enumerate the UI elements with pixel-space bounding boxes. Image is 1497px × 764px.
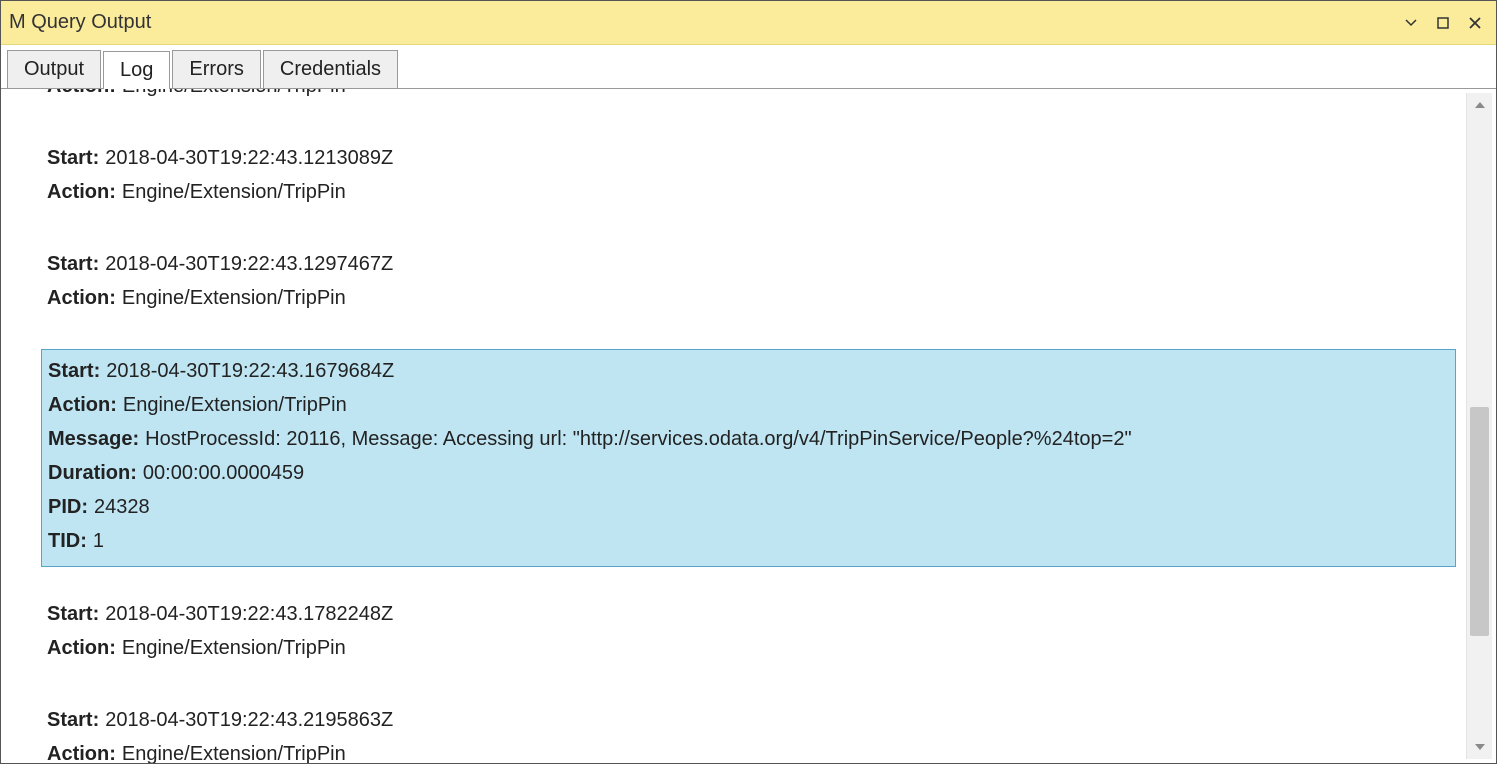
- label-start: Start:: [47, 253, 99, 275]
- log-entry-selected[interactable]: Start: 2018-04-30T19:22:43.1679684Z Actio…: [41, 349, 1456, 567]
- value-action: Engine/Extension/TripPin: [122, 181, 346, 203]
- label-message: Message:: [48, 428, 139, 450]
- label-start: Start:: [48, 360, 100, 382]
- log-entry[interactable]: Start: 2018-04-30T19:22:43.1297467Z Actio…: [41, 243, 1456, 323]
- log-area: Action: Engine/Extension/TripPin Start: 20…: [13, 89, 1456, 763]
- value-action: Engine/Extension/TripPin: [122, 89, 346, 97]
- label-duration: Duration:: [48, 462, 137, 484]
- dropdown-icon[interactable]: [1398, 10, 1424, 36]
- value-duration: 00:00:00.0000459: [143, 462, 304, 484]
- log-entry[interactable]: Start: 2018-04-30T19:22:43.1213089Z Actio…: [41, 137, 1456, 217]
- value-action: Engine/Extension/TripPin: [123, 394, 347, 416]
- log-entry[interactable]: Start: 2018-04-30T19:22:43.1782248Z Actio…: [41, 593, 1456, 673]
- scroll-up-icon[interactable]: [1467, 93, 1492, 117]
- label-pid: PID:: [48, 496, 88, 518]
- tab-log[interactable]: Log: [103, 51, 170, 89]
- value-start: 2018-04-30T19:22:43.2195863Z: [105, 709, 393, 731]
- label-start: Start:: [47, 603, 99, 625]
- label-action: Action:: [47, 287, 116, 309]
- label-tid: TID:: [48, 530, 87, 552]
- label-start: Start:: [47, 709, 99, 731]
- tabstrip: Output Log Errors Credentials: [1, 45, 1496, 89]
- maximize-icon[interactable]: [1430, 10, 1456, 36]
- value-start: 2018-04-30T19:22:43.1297467Z: [105, 253, 393, 275]
- label-action: Action:: [47, 637, 116, 659]
- value-message: HostProcessId: 20116, Message: Accessing…: [145, 428, 1131, 450]
- scroll-thumb[interactable]: [1470, 407, 1489, 636]
- value-action: Engine/Extension/TripPin: [122, 743, 346, 763]
- value-action: Engine/Extension/TripPin: [122, 637, 346, 659]
- value-pid: 24328: [94, 496, 150, 518]
- scroll-down-icon[interactable]: [1467, 735, 1492, 759]
- scroll-track[interactable]: [1467, 117, 1492, 735]
- value-start: 2018-04-30T19:22:43.1679684Z: [106, 360, 394, 382]
- titlebar: M Query Output: [1, 1, 1496, 45]
- scrollbar[interactable]: [1466, 93, 1492, 759]
- label-start: Start:: [47, 147, 99, 169]
- value-start: 2018-04-30T19:22:43.1782248Z: [105, 603, 393, 625]
- tab-errors[interactable]: Errors: [172, 50, 260, 88]
- log-entry[interactable]: Start: 2018-04-30T19:22:43.2195863Z Actio…: [41, 699, 1456, 763]
- log-panel: Action: Engine/Extension/TripPin Start: 20…: [1, 89, 1496, 763]
- label-action: Action:: [47, 743, 116, 763]
- value-action: Engine/Extension/TripPin: [122, 287, 346, 309]
- log-entry[interactable]: Action: Engine/Extension/TripPin: [41, 89, 1456, 111]
- value-tid: 1: [93, 530, 104, 552]
- label-action: Action:: [47, 181, 116, 203]
- value-start: 2018-04-30T19:22:43.1213089Z: [105, 147, 393, 169]
- label-action: Action:: [48, 394, 117, 416]
- window-title: M Query Output: [9, 11, 1392, 34]
- tab-credentials[interactable]: Credentials: [263, 50, 398, 88]
- tab-output[interactable]: Output: [7, 50, 101, 88]
- close-icon[interactable]: [1462, 10, 1488, 36]
- label-action: Action:: [47, 89, 116, 97]
